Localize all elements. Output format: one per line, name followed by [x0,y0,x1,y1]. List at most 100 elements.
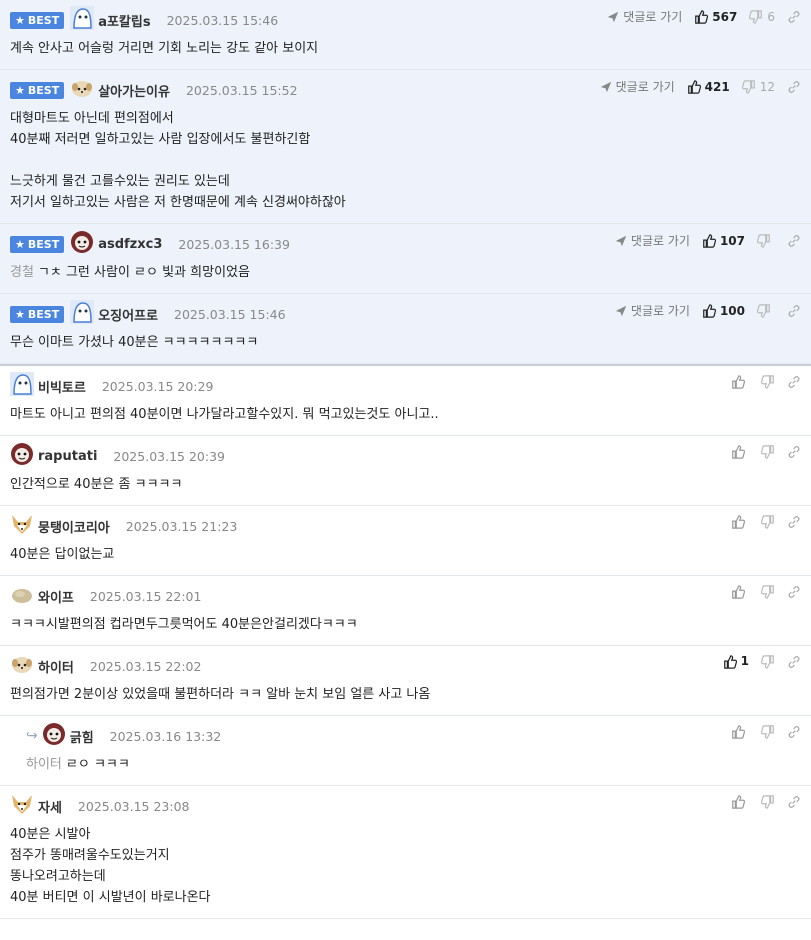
like-button[interactable]: 100 [702,303,745,318]
nickname[interactable]: 비빅토르 [38,377,86,396]
send-icon [614,303,628,318]
best-comment: ★ BEST a포칼립s 2025.03.15 15:46 댓글로 가기 567 6 계속 안… [0,0,811,70]
like-count: 567 [712,9,738,24]
dislike-button[interactable] [761,794,775,809]
link-icon[interactable] [787,374,801,389]
comment: 와이프 2025.03.15 22:01 ㅋㅋㅋ시발편의점 컵라면두그릇먹어도 40… [0,576,811,646]
avatar[interactable] [70,76,98,104]
nickname[interactable]: 긁힘 [70,727,94,746]
like-button[interactable] [731,444,749,459]
comment-body: 계속 안사고 어슬렁 거리면 기회 노리는 강도 같아 보이지 [10,38,801,59]
comment-actions [731,584,801,599]
comment-body: 마트도 아니고 편의점 40분이면 나가달라고할수있지. 뭐 먹고있는것도 아니… [10,404,801,425]
link-icon[interactable] [787,794,801,809]
nickname[interactable]: asdfzxc3 [98,237,162,252]
nickname[interactable]: 하이터 [38,657,74,676]
link-icon[interactable] [787,79,801,94]
dislike-button[interactable] [761,374,775,389]
link-icon[interactable] [787,444,801,459]
goto-comment-button[interactable]: 댓글로 가기 [606,8,682,25]
avatar[interactable] [70,6,98,34]
avatar[interactable] [10,652,38,680]
link-icon[interactable] [787,233,801,248]
avatar[interactable] [10,442,38,470]
dislike-button[interactable]: 12 [741,79,775,94]
reply-mention[interactable]: 하이터 [26,757,62,772]
goto-comment-button[interactable]: 댓글로 가기 [614,302,690,319]
thumbs-up-icon [731,794,745,809]
best-label: BEST [27,307,60,321]
avatar[interactable] [10,372,38,400]
reply-mention[interactable]: 경철 [10,265,34,280]
goto-comment-button[interactable]: 댓글로 가기 [614,232,690,249]
comment: 뭉탱이코리아 2025.03.15 21:23 40분은 답이없는교 [0,506,811,576]
nickname[interactable]: 와이프 [38,587,74,606]
thumbs-down-icon [757,233,771,248]
like-button[interactable]: 107 [702,233,745,248]
star-icon: ★ [15,83,25,97]
avatar[interactable] [70,300,98,328]
goto-comment-button[interactable]: 댓글로 가기 [599,78,675,95]
comment-body: 무슨 이마트 가셨나 40분은 ㅋㅋㅋㅋㅋㅋㅋㅋ [10,332,801,353]
best-badge: ★ BEST [10,235,65,253]
star-icon: ★ [15,13,25,27]
dislike-button[interactable] [757,233,775,248]
link-icon[interactable] [787,584,801,599]
comment-text: ㄹㅇ ㅋㅋㅋ [65,757,130,772]
timestamp: 2025.03.15 15:52 [185,82,298,98]
send-icon [614,233,628,248]
like-count: 1 [740,654,749,669]
comment: ↪ 긁힘 2025.03.16 13:32 하이터 ㄹㅇ ㅋㅋㅋ [0,716,811,786]
send-icon [599,79,613,94]
link-icon[interactable] [787,514,801,529]
dislike-count: 12 [759,79,775,94]
comment-text: 마트도 아니고 편의점 40분이면 나가달라고할수있지. 뭐 먹고있는것도 아니… [10,407,439,422]
like-count: 107 [719,233,745,248]
dislike-button[interactable] [761,584,775,599]
like-button[interactable]: 421 [687,79,730,94]
comment-actions: 댓글로 가기 421 12 [599,78,801,95]
thumbs-up-icon [694,9,709,24]
like-button[interactable]: 1 [723,654,749,669]
nickname[interactable]: 오징어프로 [98,305,158,324]
link-icon[interactable] [787,654,801,669]
like-button[interactable] [731,724,749,739]
comment-text: 인간적으로 40분은 좀 ㅋㅋㅋㅋ [10,477,183,492]
avatar[interactable] [10,512,38,540]
nickname[interactable]: 자세 [38,797,62,816]
nickname[interactable]: raputati [38,449,97,464]
like-button[interactable] [731,514,749,529]
comment-text: 무슨 이마트 가셨나 40분은 ㅋㅋㅋㅋㅋㅋㅋㅋ [10,335,259,350]
avatar[interactable] [10,582,38,610]
avatar[interactable] [70,230,98,258]
comment-actions [731,374,801,389]
comment-text: 계속 안사고 어슬렁 거리면 기회 노리는 강도 같아 보이지 [10,41,319,56]
comment: raputati 2025.03.15 20:39 인간적으로 40분은 좀 ㅋㅋㅋ… [0,436,811,506]
timestamp: 2025.03.15 21:23 [125,518,238,534]
like-button[interactable] [731,794,749,809]
avatar[interactable] [42,722,70,750]
dislike-button[interactable] [757,303,775,318]
dislike-button[interactable]: 6 [749,9,775,24]
timestamp: 2025.03.15 22:02 [89,658,202,674]
comment-body: 편의점가면 2분이상 있었을때 불편하더라 ㅋㅋ 알바 눈치 보임 얼른 사고 … [10,684,801,705]
dislike-button[interactable] [761,444,775,459]
thumbs-down-icon [757,303,771,318]
like-button[interactable] [731,584,749,599]
comment-text: ㅋㅋㅋ시발편의점 컵라면두그릇먹어도 40분은안걸리겠다ㅋㅋㅋ [10,617,358,632]
comment-header: ↪ 긁힘 2025.03.16 13:32 [26,722,801,750]
thumbs-up-icon [731,444,745,459]
nickname[interactable]: 살아가는이유 [98,81,170,100]
nickname[interactable]: a포칼립s [98,11,150,30]
link-icon[interactable] [787,303,801,318]
nickname[interactable]: 뭉탱이코리아 [38,517,110,536]
avatar[interactable] [10,792,38,820]
best-label: BEST [27,237,60,251]
link-icon[interactable] [787,724,801,739]
like-button[interactable]: 567 [694,9,737,24]
like-button[interactable] [731,374,749,389]
dislike-button[interactable] [761,514,775,529]
link-icon[interactable] [787,9,801,24]
dislike-button[interactable] [761,654,775,669]
dislike-button[interactable] [761,724,775,739]
